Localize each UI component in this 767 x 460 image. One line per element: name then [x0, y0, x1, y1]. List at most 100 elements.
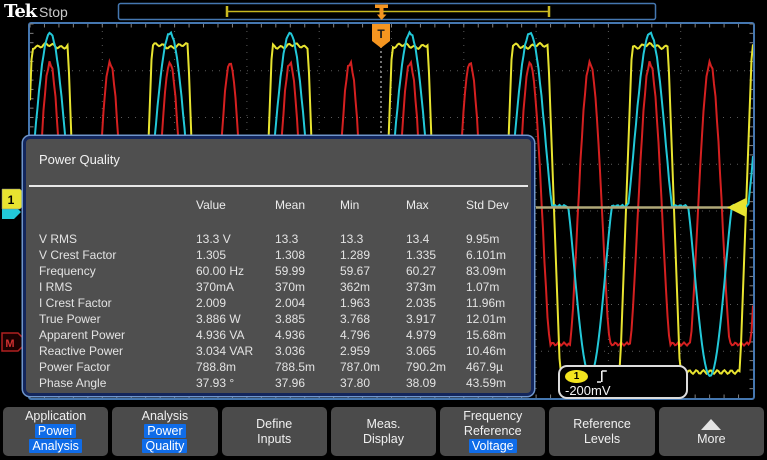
menu-button-label: Power	[144, 424, 185, 438]
measurement-mean: 4.936	[275, 327, 340, 343]
menu-button-meas-display[interactable]: Meas.Display	[331, 407, 436, 456]
menu-button-label: Application	[25, 409, 86, 423]
measurement-mean: 1.308	[275, 247, 340, 263]
menu-button-label: Display	[363, 432, 404, 446]
measurement-std: 6.101m	[466, 247, 531, 263]
measurement-value: 370mA	[196, 279, 275, 295]
measurement-value: 13.3 V	[196, 231, 275, 247]
menu-button-label: Reference	[573, 417, 631, 431]
column-header: Mean	[275, 197, 340, 213]
menu-button-label: Meas.	[366, 417, 400, 431]
trigger-level-arrow-icon	[727, 198, 746, 217]
measurement-std: 43.59m	[466, 375, 531, 391]
measurement-label: V RMS	[39, 231, 196, 247]
trigger-readout: 1 -200mV	[558, 365, 688, 399]
measurement-max: 60.27	[406, 263, 466, 279]
menu-button-application[interactable]: ApplicationPowerAnalysis	[3, 407, 108, 456]
measurement-max: 4.979	[406, 327, 466, 343]
measurement-row: V RMS13.3 V13.313.313.49.95m	[26, 231, 531, 247]
measurement-mean: 3.885	[275, 311, 340, 327]
measurement-min: 3.768	[340, 311, 406, 327]
measurement-row: Phase Angle37.93 °37.9637.8038.0943.59m	[26, 375, 531, 391]
measurement-row: V Crest Factor1.3051.3081.2891.3356.101m	[26, 247, 531, 263]
measurement-std: 10.46m	[466, 343, 531, 359]
measurement-label: Apparent Power	[39, 327, 196, 343]
measurement-value: 3.034 VAR	[196, 343, 275, 359]
measurement-mean: 59.99	[275, 263, 340, 279]
measurement-row: True Power3.886 W3.8853.7683.91712.01m	[26, 311, 531, 327]
measurement-min: 2.959	[340, 343, 406, 359]
measurement-min: 787.0m	[340, 359, 406, 375]
measurement-std: 15.68m	[466, 327, 531, 343]
menu-button-label: Inputs	[257, 432, 291, 446]
measurement-min: 1.963	[340, 295, 406, 311]
measurement-label: Power Factor	[39, 359, 196, 375]
menu-button-label: Define	[256, 417, 292, 431]
measurement-row: I RMS370mA370m362m373m1.07m	[26, 279, 531, 295]
measurement-value: 2.009	[196, 295, 275, 311]
menu-button-label: Voltage	[469, 439, 517, 453]
measurement-row: Reactive Power3.034 VAR3.0362.9593.06510…	[26, 343, 531, 359]
measurement-mean: 370m	[275, 279, 340, 295]
more-arrow-icon	[701, 419, 721, 430]
panel-separator	[29, 185, 528, 187]
menu-button-label: Power	[35, 424, 76, 438]
measurement-mean: 3.036	[275, 343, 340, 359]
measurement-label: V Crest Factor	[39, 247, 196, 263]
measurement-value: 4.936 VA	[196, 327, 275, 343]
menu-button-reference-levels[interactable]: ReferenceLevels	[549, 407, 654, 456]
measurement-max: 13.4	[406, 231, 466, 247]
measurement-mean: 788.5m	[275, 359, 340, 375]
menu-button-label: Levels	[584, 432, 620, 446]
measurement-max: 3.917	[406, 311, 466, 327]
menu-button-label: Analysis	[29, 439, 82, 453]
menu-button-label: Reference	[464, 424, 522, 438]
measurement-std: 1.07m	[466, 279, 531, 295]
trigger-position-flag-icon: T	[372, 24, 390, 135]
menu-button-more[interactable]: More	[659, 407, 764, 456]
measurement-std: 83.09m	[466, 263, 531, 279]
measurement-row: Frequency60.00 Hz59.9959.6760.2783.09m	[26, 263, 531, 279]
measurement-max: 790.2m	[406, 359, 466, 375]
measurement-mean: 2.004	[275, 295, 340, 311]
measurement-value: 1.305	[196, 247, 275, 263]
measurement-min: 4.796	[340, 327, 406, 343]
power-quality-panel: Power Quality ValueMeanMinMaxStd Dev V R…	[23, 136, 534, 396]
menu-button-analysis[interactable]: AnalysisPowerQuality	[112, 407, 217, 456]
measurement-max: 38.09	[406, 375, 466, 391]
measurement-label: True Power	[39, 311, 196, 327]
menu-button-frequency-reference[interactable]: FrequencyReferenceVoltage	[440, 407, 545, 456]
svg-text:M: M	[5, 338, 14, 350]
menu-button-label: Analysis	[142, 409, 189, 423]
menu-button-label: More	[697, 432, 725, 446]
table-header-row: ValueMeanMinMaxStd Dev	[26, 197, 531, 213]
column-header: Max	[406, 197, 466, 213]
measurement-max: 1.335	[406, 247, 466, 263]
measurement-max: 3.065	[406, 343, 466, 359]
measurement-min: 59.67	[340, 263, 406, 279]
measurement-value: 60.00 Hz	[196, 263, 275, 279]
measurement-max: 373m	[406, 279, 466, 295]
measurement-row: I Crest Factor2.0092.0041.9632.03511.96m	[26, 295, 531, 311]
panel-title: Power Quality	[39, 152, 120, 167]
svg-text:1: 1	[8, 193, 15, 207]
measurement-std: 11.96m	[466, 295, 531, 311]
measurement-mean: 37.96	[275, 375, 340, 391]
measurement-table-body: V RMS13.3 V13.313.313.49.95mV Crest Fact…	[26, 231, 531, 391]
measurement-min: 13.3	[340, 231, 406, 247]
measurement-label: I RMS	[39, 279, 196, 295]
menu-button-define-inputs[interactable]: DefineInputs	[222, 407, 327, 456]
column-header: Min	[340, 197, 406, 213]
measurement-min: 362m	[340, 279, 406, 295]
menu-button-label: Quality	[142, 439, 187, 453]
measurement-std: 12.01m	[466, 311, 531, 327]
measurement-min: 1.289	[340, 247, 406, 263]
measurement-mean: 13.3	[275, 231, 340, 247]
acquisition-bar	[119, 4, 656, 21]
measurement-std: 467.9µ	[466, 359, 531, 375]
measurement-label: I Crest Factor	[39, 295, 196, 311]
measurement-std: 9.95m	[466, 231, 531, 247]
measurement-min: 37.80	[340, 375, 406, 391]
measurement-label: Reactive Power	[39, 343, 196, 359]
measurement-row: Apparent Power4.936 VA4.9364.7964.97915.…	[26, 327, 531, 343]
